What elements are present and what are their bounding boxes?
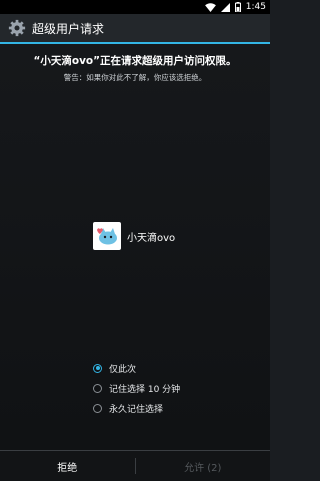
option-label: 记住选择 10 分钟 — [109, 384, 181, 395]
app-name: 小天滴ovo — [127, 232, 176, 244]
option-once[interactable]: 仅此次 — [93, 358, 180, 378]
clock: 1:45 — [245, 2, 266, 12]
button-bar: 拒绝 允许 (2) — [0, 450, 270, 481]
wifi-icon — [204, 2, 216, 12]
window-title: 超级用户请求 — [32, 21, 105, 36]
radio-unchecked-icon[interactable] — [93, 403, 102, 413]
requesting-app: 小天滴ovo — [93, 222, 175, 250]
option-10-minutes[interactable]: 记住选择 10 分钟 — [93, 378, 180, 398]
battery-icon — [234, 2, 241, 12]
gear-icon — [8, 19, 26, 37]
allow-button[interactable]: 允许 (2) — [136, 451, 271, 481]
warning-text: 警告：如果你对此不了解，你应该选拒绝。 — [63, 73, 207, 82]
radio-checked-icon[interactable] — [93, 363, 102, 373]
option-label: 仅此次 — [109, 364, 137, 375]
remember-options: 仅此次 记住选择 10 分钟 永久记住选择 — [93, 358, 180, 418]
request-headline: “小天滴ovo”正在请求超级用户访问权限。 — [33, 55, 237, 67]
radio-unchecked-icon[interactable] — [93, 383, 102, 393]
deny-button[interactable]: 拒绝 — [0, 451, 135, 481]
status-bar: 1:45 — [0, 0, 270, 14]
dialog-content: “小天滴ovo”正在请求超级用户访问权限。 警告：如果你对此不了解，你应该选拒绝… — [0, 44, 270, 450]
option-forever[interactable]: 永久记住选择 — [93, 398, 180, 418]
status-icons: 1:45 — [204, 1, 266, 13]
app-icon — [93, 222, 121, 250]
title-bar: 超级用户请求 — [0, 14, 270, 44]
option-label: 永久记住选择 — [109, 404, 164, 415]
signal-icon — [220, 2, 230, 12]
